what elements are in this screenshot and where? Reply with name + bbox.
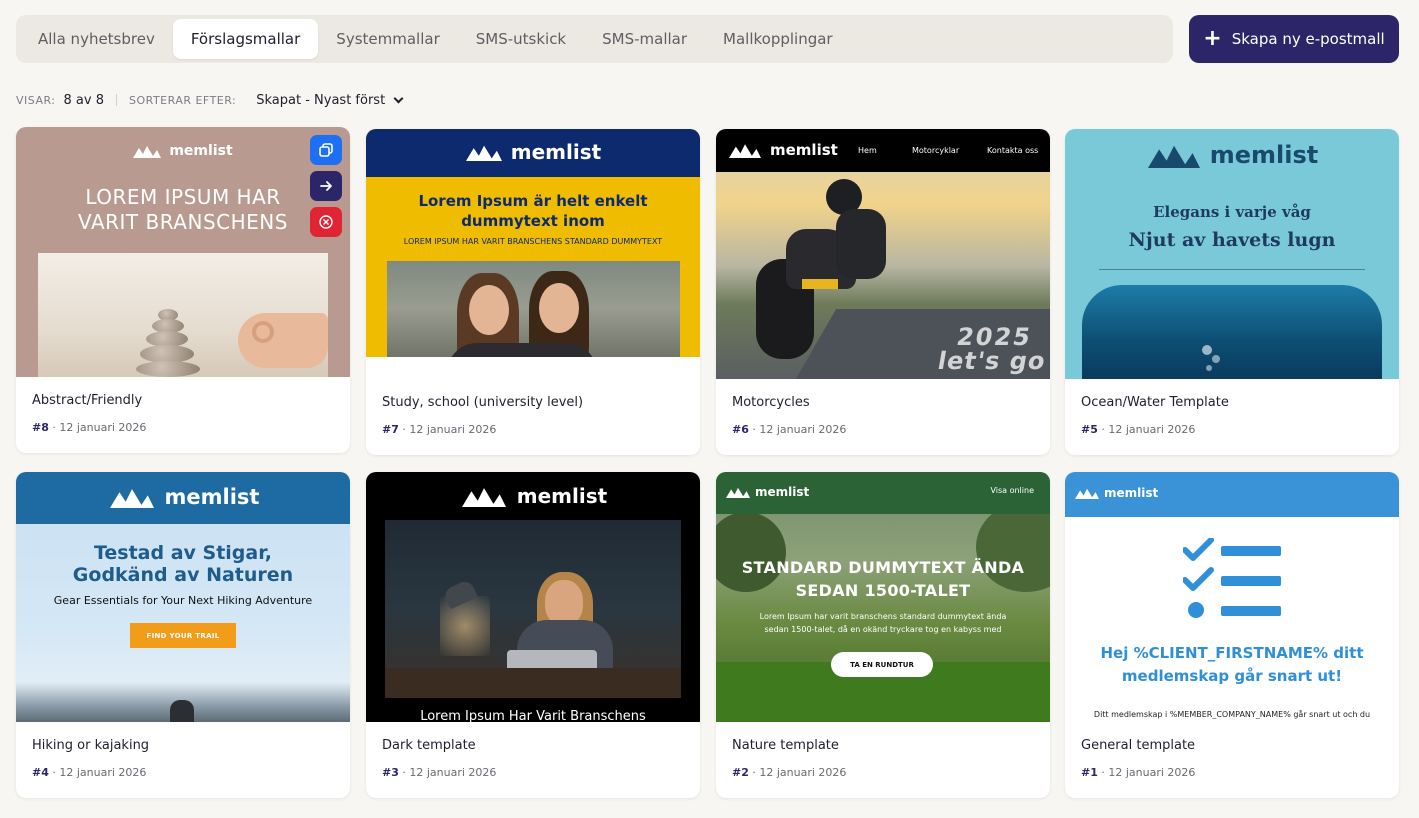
card-meta: #4 · 12 januari 2026	[32, 766, 147, 779]
preview-nav-kontakta: Kontakta oss	[987, 146, 1039, 155]
preview-nav-hem: Hem	[858, 146, 877, 155]
template-preview: memlist LOREM IPSUM HAR VARIT BRANSCHENS	[16, 127, 350, 377]
card-meta: #1 · 12 januari 2026	[1081, 766, 1196, 779]
divider	[115, 94, 117, 106]
card-meta: #5 · 12 januari 2026	[1081, 423, 1196, 436]
preview-subheading: Ditt medlemskap i %MEMBER_COMPANY_NAME% …	[1093, 710, 1371, 719]
tab-sms-mallar[interactable]: SMS-mallar	[584, 19, 705, 59]
card-meta: #3 · 12 januari 2026	[382, 766, 497, 779]
preview-headline: LOREM IPSUM HAR VARIT BRANSCHENS	[78, 185, 288, 234]
card-title: Abstract/Friendly	[32, 393, 143, 408]
template-preview: 2025 let's go memlist Hem Motorcyklar Ko…	[716, 129, 1050, 379]
preview-headline: Lorem Ipsum är helt enkelt dummytext ino…	[418, 192, 648, 230]
preview-photo	[38, 253, 328, 377]
tab-mallkopplingar[interactable]: Mallkopplingar	[705, 19, 851, 59]
card-meta: #2 · 12 januari 2026	[732, 766, 847, 779]
create-button-label: Skapa ny e-postmall	[1231, 30, 1385, 48]
card-info: Motorcycles #6 · 12 januari 2026	[716, 379, 1050, 455]
template-card-dark[interactable]: memlist Lorem Ipsum Har Varit Branschens…	[366, 472, 700, 798]
card-title: Motorcycles	[732, 395, 810, 410]
preview-nav-motorcyklar: Motorcyklar	[912, 146, 960, 155]
sort-dropdown[interactable]: Skapat - Nyast först	[256, 92, 404, 108]
chevron-down-icon	[393, 93, 404, 103]
card-title: Nature template	[732, 738, 839, 753]
checklist-icon	[1183, 538, 1281, 618]
template-preview: memlist Visa online STANDARD DUMMYTEXT Ä…	[716, 472, 1050, 722]
memlist-logo: memlist	[726, 485, 809, 499]
view-online-link: Visa online	[990, 486, 1034, 495]
sort-value: Skapat - Nyast först	[256, 92, 386, 108]
card-meta: #6 · 12 januari 2026	[732, 423, 847, 436]
memlist-logo: memlist	[1065, 141, 1399, 169]
card-title: Dark template	[382, 738, 476, 753]
tab-systemmallar[interactable]: Systemmallar	[318, 19, 457, 59]
card-title: Ocean/Water Template	[1081, 395, 1229, 410]
showing-count: 8 av 8	[63, 92, 104, 108]
card-info: Ocean/Water Template #5 · 12 januari 202…	[1065, 379, 1399, 455]
template-card-hiking-kajaking[interactable]: memlist Testad av Stigar, Godkänd av Nat…	[16, 472, 350, 798]
card-title: Study, school (university level)	[382, 395, 584, 410]
close-circle-icon[interactable]	[310, 207, 342, 237]
template-preview: memlist Elegans i varje våg Njut av have…	[1065, 129, 1399, 379]
template-card-abstract-friendly[interactable]: memlist LOREM IPSUM HAR VARIT BRANSCHENS	[16, 127, 350, 453]
preview-cta: TA EN RUNDTUR	[831, 652, 933, 677]
memlist-logo: memlist	[16, 485, 350, 509]
memlist-logo: memlist	[728, 141, 838, 159]
card-meta: #7 · 12 januari 2026	[382, 423, 497, 436]
tab-forslagsmallar[interactable]: Förslagsmallar	[172, 19, 319, 59]
card-info: Abstract/Friendly #8 · 12 januari 2026	[16, 377, 350, 453]
template-card-study-school[interactable]: memlist Lorem Ipsum är helt enkelt dummy…	[366, 129, 700, 455]
card-meta: #8 · 12 januari 2026	[32, 421, 147, 434]
card-info: Study, school (university level) #7 · 12…	[366, 379, 700, 455]
preview-subheading: Gear Essentials for Your Next Hiking Adv…	[53, 594, 313, 607]
create-email-template-button[interactable]: + Skapa ny e-postmall	[1189, 15, 1399, 63]
preview-headline: STANDARD DUMMYTEXT ÄNDA SEDAN 1500-TALET	[741, 558, 1025, 600]
preview-headline: Hej %CLIENT_FIRSTNAME% ditt medlemskap g…	[1100, 644, 1364, 685]
card-title: General template	[1081, 738, 1196, 753]
copy-icon[interactable]	[310, 135, 342, 165]
preview-line-2: Njut av havets lugn	[1128, 229, 1336, 251]
template-card-ocean-water[interactable]: memlist Elegans i varje våg Njut av have…	[1065, 129, 1399, 455]
card-info: Nature template #2 · 12 januari 2026	[716, 722, 1050, 798]
memlist-logo: memlist	[366, 140, 700, 164]
template-preview: memlist Lorem Ipsum Har Varit Branschens	[366, 472, 700, 722]
plus-icon: +	[1203, 26, 1222, 51]
preview-subheading: Lorem Ipsum har varit branschens standar…	[759, 612, 1007, 634]
road-text-go: let's go	[935, 347, 1049, 375]
card-info: Dark template #3 · 12 januari 2026	[366, 722, 700, 798]
card-info: General template #1 · 12 januari 2026	[1065, 722, 1399, 798]
tab-alla-nyhetsbrev[interactable]: Alla nyhetsbrev	[20, 19, 173, 59]
preview-photo	[385, 520, 681, 698]
tab-sms-utskick[interactable]: SMS-utskick	[458, 19, 584, 59]
memlist-logo: memlist	[366, 484, 700, 508]
card-title: Hiking or kajaking	[32, 738, 150, 753]
preview-caption: Lorem Ipsum Har Varit Branschens	[420, 709, 646, 722]
preview-photo	[1082, 285, 1382, 379]
template-preview: memlist Hej %CLIENT_FIRSTNAME% ditt medl…	[1065, 472, 1399, 722]
preview-cta: FIND YOUR TRAIL	[130, 623, 236, 648]
memlist-logo: memlist	[16, 143, 350, 159]
template-card-general[interactable]: memlist Hej %CLIENT_FIRSTNAME% ditt medl…	[1065, 472, 1399, 798]
card-info: Hiking or kajaking #4 · 12 januari 2026	[16, 722, 350, 798]
template-preview: memlist Lorem Ipsum är helt enkelt dummy…	[366, 129, 700, 379]
sort-label: SORTERAR EFTER:	[128, 93, 237, 107]
preview-headline: Testad av Stigar, Godkänd av Naturen	[72, 542, 294, 586]
tab-bar: Alla nyhetsbrev Förslagsmallar Systemmal…	[16, 15, 1173, 63]
preview-line-1: Elegans i varje våg	[1153, 203, 1311, 221]
list-meta: VISAR: 8 av 8 SORTERAR EFTER: Skapat - N…	[16, 90, 404, 110]
preview-subheading: LOREM IPSUM HAR VARIT BRANSCHENS STANDAR…	[403, 237, 663, 246]
template-card-nature[interactable]: memlist Visa online STANDARD DUMMYTEXT Ä…	[716, 472, 1050, 798]
template-preview: memlist Testad av Stigar, Godkänd av Nat…	[16, 472, 350, 722]
arrow-right-icon[interactable]	[310, 171, 342, 201]
memlist-logo: memlist	[1075, 486, 1158, 500]
template-card-motorcycles[interactable]: 2025 let's go memlist Hem Motorcyklar Ko…	[716, 129, 1050, 455]
showing-label: VISAR:	[16, 93, 56, 107]
card-actions	[310, 135, 342, 237]
